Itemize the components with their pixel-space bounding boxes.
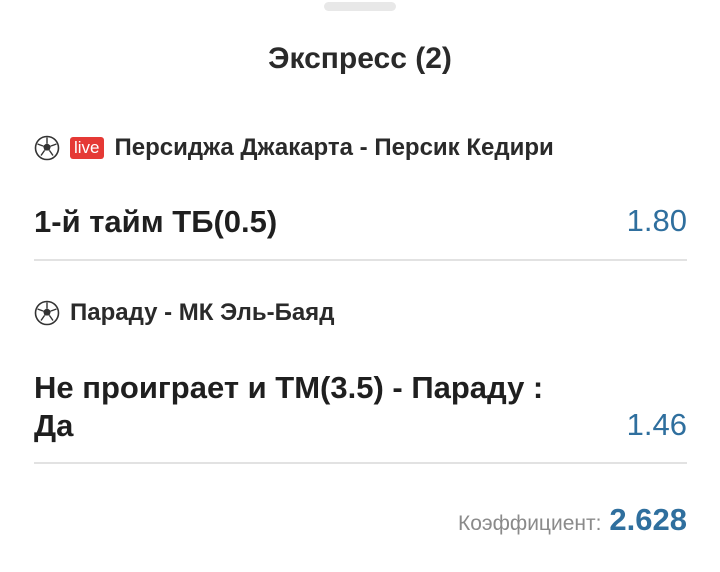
bet-label-line-1: Не проиграет и ТМ(3.5) - Параду : [34,370,544,405]
bet-selection-2: Не проиграет и ТМ(3.5) - Параду : Да [34,369,686,445]
divider [34,259,687,261]
soccer-ball-icon [34,135,60,161]
odds-value-1: 1.80 [626,203,687,238]
divider [34,462,687,464]
odds-value-2: 1.46 [626,407,687,442]
bet-label: 1-й тайм ТБ(0.5) [34,204,278,239]
live-badge: live [70,137,104,159]
bet-label-line-2: Да [34,408,74,443]
soccer-ball-icon [34,300,60,326]
event-header-2: Параду - МК Эль-Баяд [34,299,334,327]
bet-selection-1: 1-й тайм ТБ(0.5) [34,203,686,241]
coefficient-label: Коэффициент: [458,512,602,535]
total-coefficient: Коэффициент: 2.628 [458,502,687,538]
page-title: Экспресс (2) [268,42,452,75]
event-header-1: live Персиджа Джакарта - Персик Кедири [34,134,554,162]
match-title: Персиджа Джакарта - Персик Кедири [114,134,554,161]
drag-handle[interactable] [324,2,396,11]
match-title: Параду - МК Эль-Баяд [70,299,335,326]
coefficient-value: 2.628 [609,502,687,537]
